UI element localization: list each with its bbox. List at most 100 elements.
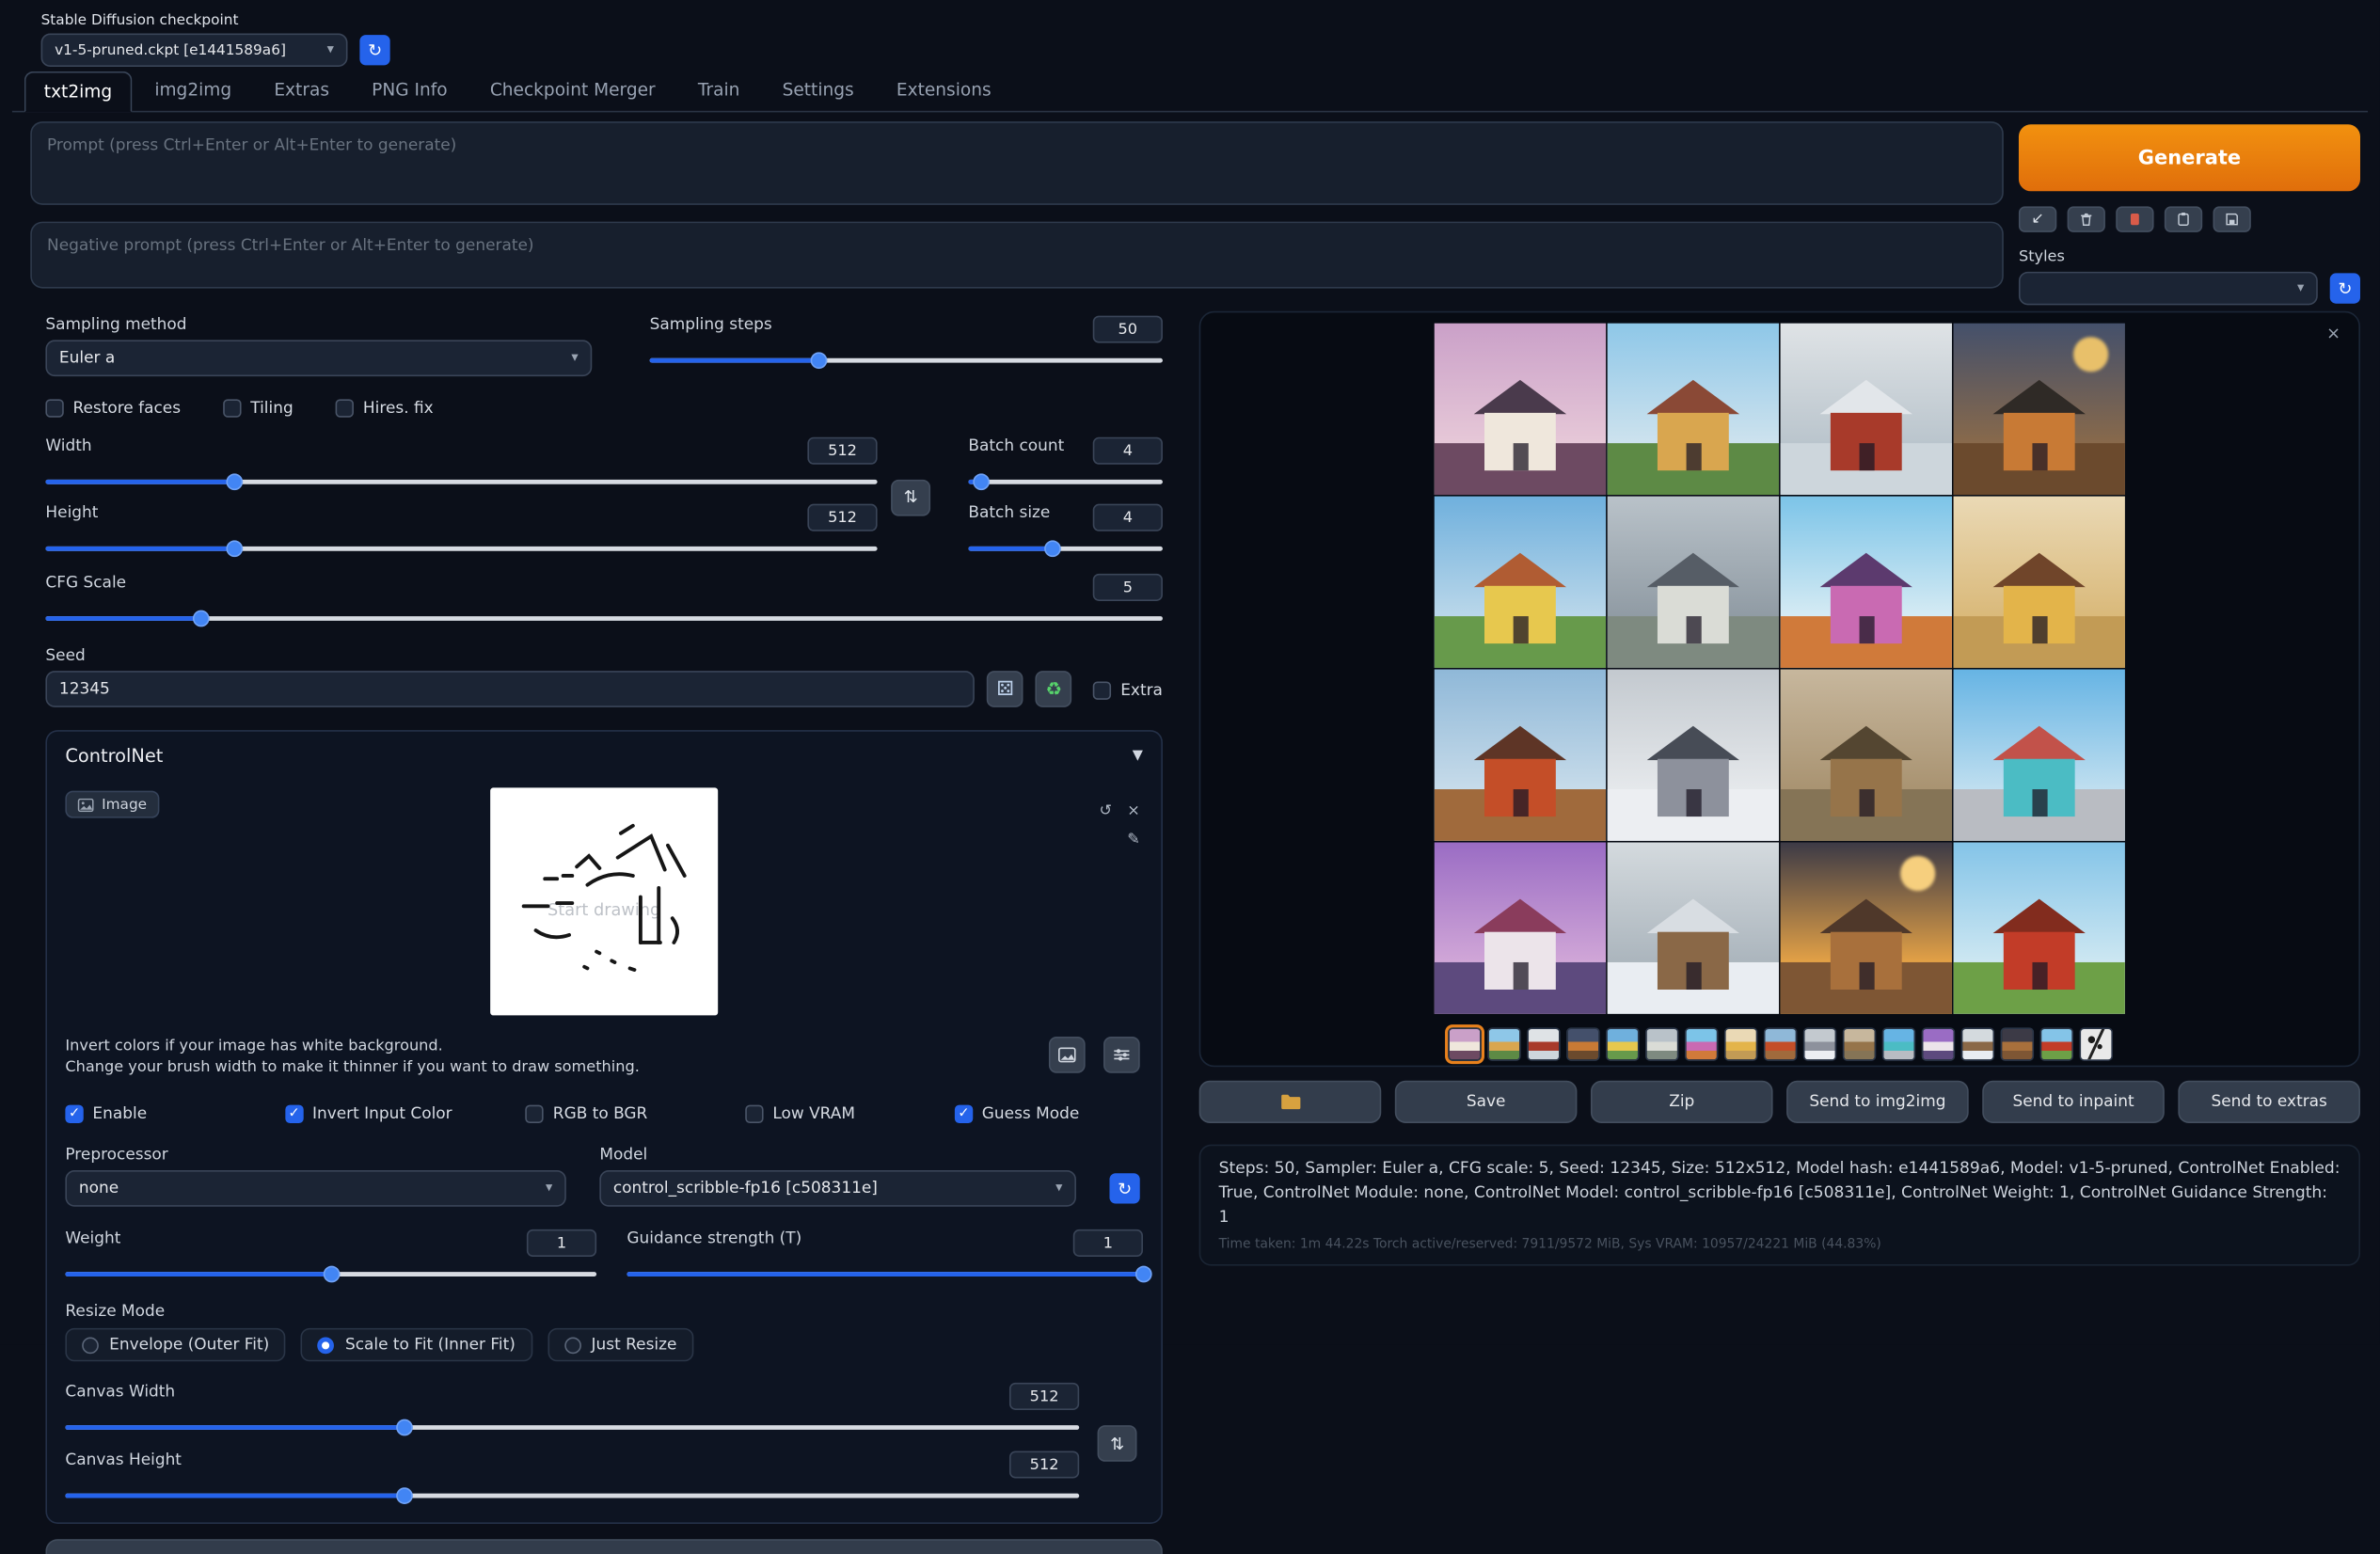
checkpoint-dropdown[interactable]: v1-5-pruned.ckpt [e1441589a6] ▾: [41, 33, 348, 66]
gallery-image-15[interactable]: [1781, 842, 1952, 1013]
tab-checkpoint-merger[interactable]: Checkpoint Merger: [470, 70, 675, 111]
gallery-image-3[interactable]: [1781, 324, 1952, 495]
weight-slider[interactable]: [65, 1264, 596, 1282]
gallery-thumbnail-15[interactable]: [2000, 1027, 2033, 1060]
gallery-thumbnail-11[interactable]: [1842, 1027, 1875, 1060]
send-to-extras-button[interactable]: Send to extras: [2178, 1081, 2360, 1123]
width-slider[interactable]: [45, 472, 877, 490]
batch-size-value[interactable]: 4: [1093, 504, 1163, 531]
generate-button[interactable]: Generate: [2019, 124, 2360, 191]
gallery-thumbnail-4[interactable]: [1565, 1027, 1598, 1060]
gallery-thumbnail-7[interactable]: [1684, 1027, 1717, 1060]
refresh-styles-button[interactable]: ↻: [2330, 273, 2360, 303]
prompt-input[interactable]: [30, 121, 2004, 205]
close-icon[interactable]: ×: [2326, 324, 2340, 343]
reuse-seed-button[interactable]: ♻: [1036, 671, 1072, 707]
weight-value[interactable]: 1: [527, 1229, 596, 1257]
tab-extensions[interactable]: Extensions: [877, 70, 1011, 111]
apply-style-button[interactable]: [2165, 206, 2202, 231]
scribble-canvas[interactable]: Start drawing: [490, 787, 718, 1015]
width-value[interactable]: 512: [807, 437, 877, 465]
canvas-height-value[interactable]: 512: [1009, 1451, 1079, 1479]
tab-txt2img[interactable]: txt2img: [24, 71, 132, 113]
new-canvas-button[interactable]: [1049, 1037, 1086, 1073]
canvas-height-slider[interactable]: [65, 1486, 1079, 1504]
gallery-thumbnail-8[interactable]: [1723, 1027, 1756, 1060]
gallery-image-14[interactable]: [1608, 842, 1779, 1013]
gallery-thumbnail-3[interactable]: [1526, 1027, 1559, 1060]
controlnet-accordion[interactable]: ControlNet ▼: [65, 745, 1143, 767]
tab-settings[interactable]: Settings: [763, 70, 874, 111]
guidance-strength-slider[interactable]: [627, 1264, 1143, 1282]
sampling-steps-value[interactable]: 50: [1093, 316, 1163, 343]
cfg-slider[interactable]: [45, 609, 1163, 626]
controlnet-model-dropdown[interactable]: control_scribble-fp16 [c508311e] ▾: [599, 1170, 1076, 1207]
preprocessor-dropdown[interactable]: none ▾: [65, 1170, 565, 1207]
save-button[interactable]: Save: [1395, 1081, 1578, 1123]
tab-img2img[interactable]: img2img: [135, 70, 251, 111]
tab-image[interactable]: Image: [65, 791, 159, 818]
checkbox-invert-input-color[interactable]: ✓Invert Input Color: [285, 1105, 526, 1123]
gallery-thumbnail-12[interactable]: [1881, 1027, 1914, 1060]
gallery-thumbnail-14[interactable]: [1960, 1027, 1993, 1060]
batch-size-slider[interactable]: [968, 539, 1163, 557]
send-to-img2img-button[interactable]: Send to img2img: [1786, 1081, 1969, 1123]
styles-dropdown[interactable]: ▾: [2019, 272, 2318, 305]
annotator-preview-button-partial[interactable]: [45, 1539, 1163, 1554]
sampling-method-dropdown[interactable]: Euler a ▾: [45, 340, 592, 376]
gallery-thumbnail-16[interactable]: [2039, 1027, 2072, 1060]
gallery-thumbnail-1[interactable]: [1447, 1027, 1480, 1060]
sampling-steps-slider[interactable]: [650, 351, 1163, 369]
checkbox-tiling[interactable]: Tiling: [223, 399, 293, 417]
gallery-image-8[interactable]: [1954, 497, 2125, 668]
gallery-image-6[interactable]: [1608, 497, 1779, 668]
checkbox-guess-mode[interactable]: ✓Guess Mode: [955, 1105, 1143, 1123]
swap-canvas-dimensions-button[interactable]: ⇅: [1098, 1425, 1137, 1462]
save-style-button[interactable]: [2213, 206, 2250, 231]
batch-count-value[interactable]: 4: [1093, 437, 1163, 465]
gallery-image-12[interactable]: [1954, 670, 2125, 841]
cfg-value[interactable]: 5: [1093, 574, 1163, 601]
gallery-image-5[interactable]: [1435, 497, 1606, 668]
gallery-image-11[interactable]: [1781, 670, 1952, 841]
gallery-image-1[interactable]: [1435, 324, 1606, 495]
gallery-thumbnail-9[interactable]: [1763, 1027, 1796, 1060]
checkbox-rgb-to-bgr[interactable]: RGB to BGR: [526, 1105, 746, 1123]
paste-button[interactable]: ↙: [2019, 206, 2056, 231]
checkbox-restore-faces[interactable]: Restore faces: [45, 399, 181, 417]
refresh-models-button[interactable]: ↻: [1109, 1173, 1139, 1203]
negative-prompt-input[interactable]: [30, 222, 2004, 289]
tab-png-info[interactable]: PNG Info: [352, 70, 467, 111]
gallery-image-10[interactable]: [1608, 670, 1779, 841]
zip-button[interactable]: Zip: [1591, 1081, 1773, 1123]
gallery-image-4[interactable]: [1954, 324, 2125, 495]
gallery-thumbnail-2[interactable]: [1486, 1027, 1519, 1060]
seed-input[interactable]: [45, 671, 975, 707]
swap-dimensions-button[interactable]: ⇅: [891, 479, 930, 515]
brush-icon[interactable]: ✎: [1127, 832, 1140, 848]
clear-canvas-icon[interactable]: ×: [1127, 803, 1140, 820]
clear-prompt-button[interactable]: [2068, 206, 2105, 231]
tab-extras[interactable]: Extras: [254, 70, 349, 111]
open-folder-button[interactable]: [1199, 1081, 1382, 1123]
checkbox-enable[interactable]: ✓Enable: [65, 1105, 285, 1123]
gallery-image-16[interactable]: [1954, 842, 2125, 1013]
gallery-image-2[interactable]: [1608, 324, 1779, 495]
gallery-image-13[interactable]: [1435, 842, 1606, 1013]
gallery-image-9[interactable]: [1435, 670, 1606, 841]
undo-icon[interactable]: ↺: [1100, 803, 1113, 820]
gallery-thumbnail-13[interactable]: [1921, 1027, 1954, 1060]
checkbox-hires-fix[interactable]: Hires. fix: [336, 399, 434, 417]
checkbox-extra-seed[interactable]: Extra: [1093, 681, 1163, 706]
height-slider[interactable]: [45, 539, 877, 557]
batch-count-slider[interactable]: [968, 472, 1163, 490]
refresh-checkpoint-button[interactable]: ↻: [359, 35, 389, 65]
gallery-thumbnail-scribble[interactable]: [2079, 1027, 2112, 1060]
send-to-inpaint-button[interactable]: Send to inpaint: [1982, 1081, 2165, 1123]
tab-train[interactable]: Train: [678, 70, 759, 111]
guidance-strength-value[interactable]: 1: [1073, 1229, 1143, 1257]
height-value[interactable]: 512: [807, 504, 877, 531]
random-seed-button[interactable]: ⚄: [987, 671, 1023, 707]
gallery-image-7[interactable]: [1781, 497, 1952, 668]
gallery-thumbnail-10[interactable]: [1802, 1027, 1835, 1060]
